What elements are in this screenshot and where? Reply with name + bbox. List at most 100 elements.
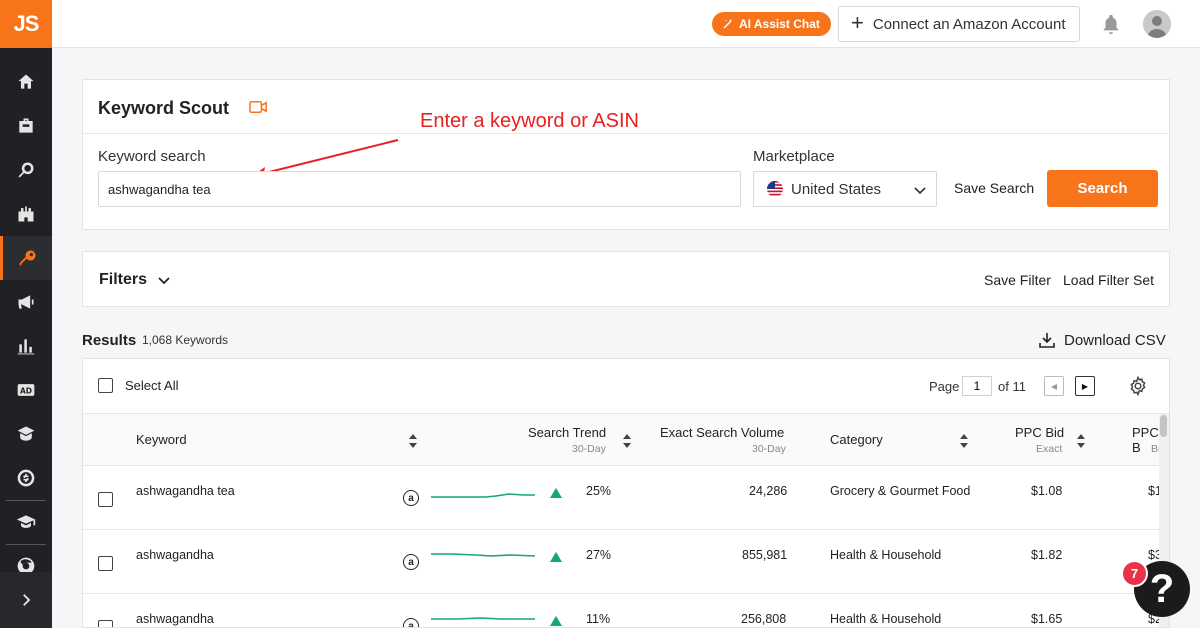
us-flag-icon <box>767 181 783 197</box>
table-row[interactable]: ashwagandha a 11% 256,808 Health & House… <box>83 594 1169 627</box>
bell-icon[interactable] <box>1100 12 1122 36</box>
briefcase-icon[interactable] <box>0 104 52 148</box>
search-trend-cell: 25% <box>586 484 612 498</box>
download-csv-label: Download CSV <box>1064 331 1166 349</box>
load-filter-set-button[interactable]: Load Filter Set <box>1063 272 1154 288</box>
ai-assist-chat-button[interactable]: AI Assist Chat <box>712 12 831 36</box>
connect-amazon-account-button[interactable]: + Connect an Amazon Account <box>838 6 1080 42</box>
academy-icon[interactable] <box>0 412 52 456</box>
caret-right-icon: ▶ <box>1081 381 1089 391</box>
select-all-checkbox[interactable] <box>98 378 113 393</box>
amazon-icon[interactable]: a <box>403 554 419 570</box>
filters-panel: Filters Save Filter Load Filter Set <box>82 251 1170 307</box>
top-header: AI Assist Chat + Connect an Amazon Accou… <box>52 0 1200 48</box>
ad-icon[interactable]: AD <box>0 368 52 412</box>
ppc-exact-cell: $1.82 <box>1031 548 1063 562</box>
ppc-exact-cell: $1.08 <box>1031 484 1063 498</box>
col-search-trend-sub: 30-Day <box>572 443 606 455</box>
annotation-text: Enter a keyword or ASIN <box>420 110 639 132</box>
page-title: Keyword Scout <box>98 98 230 118</box>
dollar-target-icon[interactable] <box>0 456 52 500</box>
category-cell: Grocery & Gourmet Food <box>830 484 971 498</box>
filters-toggle[interactable]: Filters <box>99 271 171 289</box>
results-title: Results <box>82 332 137 349</box>
keyword-cell[interactable]: ashwagandha tea <box>136 484 235 498</box>
keyword-search-input[interactable] <box>98 171 741 207</box>
category-cell: Health & Household <box>830 612 942 626</box>
amazon-icon[interactable]: a <box>403 618 419 627</box>
row-checkbox[interactable] <box>98 620 113 627</box>
expand-sidebar-button[interactable] <box>0 572 52 628</box>
graduation-cap-icon[interactable] <box>0 500 52 544</box>
search-trend-cell: 11% <box>586 612 611 626</box>
search-trend-sparkline <box>431 613 535 627</box>
card-divider <box>83 133 1169 134</box>
video-camera-icon[interactable] <box>249 100 268 114</box>
chevron-right-icon <box>23 594 31 606</box>
download-icon <box>1039 333 1055 348</box>
col-exact-search-volume-sub: 30-Day <box>752 443 786 455</box>
save-search-button[interactable]: Save Search <box>954 180 1034 196</box>
sidebar: JS AD <box>0 0 52 628</box>
svg-text:AD: AD <box>20 386 32 395</box>
search-trend-sparkline <box>431 549 536 563</box>
search-trend-sparkline <box>431 489 535 503</box>
col-search-trend[interactable]: Search Trend <box>528 425 606 440</box>
trend-up-icon <box>550 485 562 498</box>
col-keyword[interactable]: Keyword <box>136 432 187 447</box>
results-table: Select All Page of 11 ◀ ▶ Keyword Search… <box>82 358 1170 628</box>
exact-volume-cell: 855,981 <box>742 548 788 562</box>
plus-icon: + <box>851 10 864 35</box>
megaphone-icon[interactable] <box>0 280 52 324</box>
keyword-search-label: Keyword search <box>98 148 206 165</box>
row-checkbox[interactable] <box>98 556 113 571</box>
save-filter-button[interactable]: Save Filter <box>984 272 1051 288</box>
sort-icon[interactable] <box>1077 434 1085 448</box>
help-notification-badge: 7 <box>1121 560 1148 587</box>
castle-icon[interactable] <box>0 192 52 236</box>
col-category[interactable]: Category <box>830 432 883 447</box>
next-page-button[interactable]: ▶ <box>1075 376 1095 396</box>
keyword-cell[interactable]: ashwagandha <box>136 548 214 562</box>
filters-title: Filters <box>99 271 148 288</box>
sort-icon[interactable] <box>623 434 631 448</box>
keyword-scout-search-card: Keyword Scout Enter a keyword or ASIN Ke… <box>82 79 1170 230</box>
exact-volume-cell: 24,286 <box>749 484 788 498</box>
table-row[interactable]: ashwagandha tea a 25% 24,286 Grocery & G… <box>83 466 1169 530</box>
ai-assist-chat-label: AI Assist Chat <box>739 17 820 31</box>
table-row[interactable]: ashwagandha a 27% 855,981 Health & House… <box>83 530 1169 594</box>
exact-volume-cell: 256,808 <box>741 612 787 626</box>
jungle-scout-logo[interactable]: JS <box>0 0 52 48</box>
bar-chart-icon[interactable] <box>0 324 52 368</box>
sort-icon[interactable] <box>960 434 968 448</box>
keyword-cell[interactable]: ashwagandha <box>136 612 214 626</box>
caret-left-icon: ◀ <box>1050 381 1058 391</box>
table-scrollbar-thumb[interactable] <box>1160 415 1167 437</box>
chevron-down-icon <box>913 183 927 197</box>
table-header: Keyword Search Trend 30-Day Exact Search… <box>83 414 1169 466</box>
key-icon[interactable] <box>0 236 52 280</box>
pager-total: of 11 <box>998 379 1026 394</box>
sort-icon[interactable] <box>409 434 417 448</box>
page-number-input[interactable] <box>962 376 992 396</box>
gear-icon[interactable] <box>1128 375 1148 397</box>
col-exact-search-volume[interactable]: Exact Search Volume <box>660 425 784 440</box>
search-trend-cell: 27% <box>586 548 612 562</box>
search-button[interactable]: Search <box>1047 170 1158 207</box>
marketplace-label: Marketplace <box>753 148 835 165</box>
user-avatar-icon[interactable] <box>1143 10 1171 38</box>
select-all-label: Select All <box>125 378 179 393</box>
prev-page-button[interactable]: ◀ <box>1044 376 1064 396</box>
trend-up-icon <box>550 613 562 626</box>
search-icon[interactable] <box>0 148 52 192</box>
trend-up-icon <box>550 549 562 562</box>
download-csv-button[interactable]: Download CSV <box>1038 331 1166 349</box>
table-toolbar: Select All Page of 11 ◀ ▶ <box>83 359 1169 414</box>
row-checkbox[interactable] <box>98 492 113 507</box>
amazon-icon[interactable]: a <box>403 490 419 506</box>
marketplace-select[interactable]: United States <box>753 171 937 207</box>
sparkle-wand-icon <box>723 19 733 29</box>
col-ppc-bid[interactable]: PPC Bid <box>1015 425 1064 440</box>
home-icon[interactable] <box>0 60 52 104</box>
results-count: 1,068 Keywords <box>142 333 229 347</box>
